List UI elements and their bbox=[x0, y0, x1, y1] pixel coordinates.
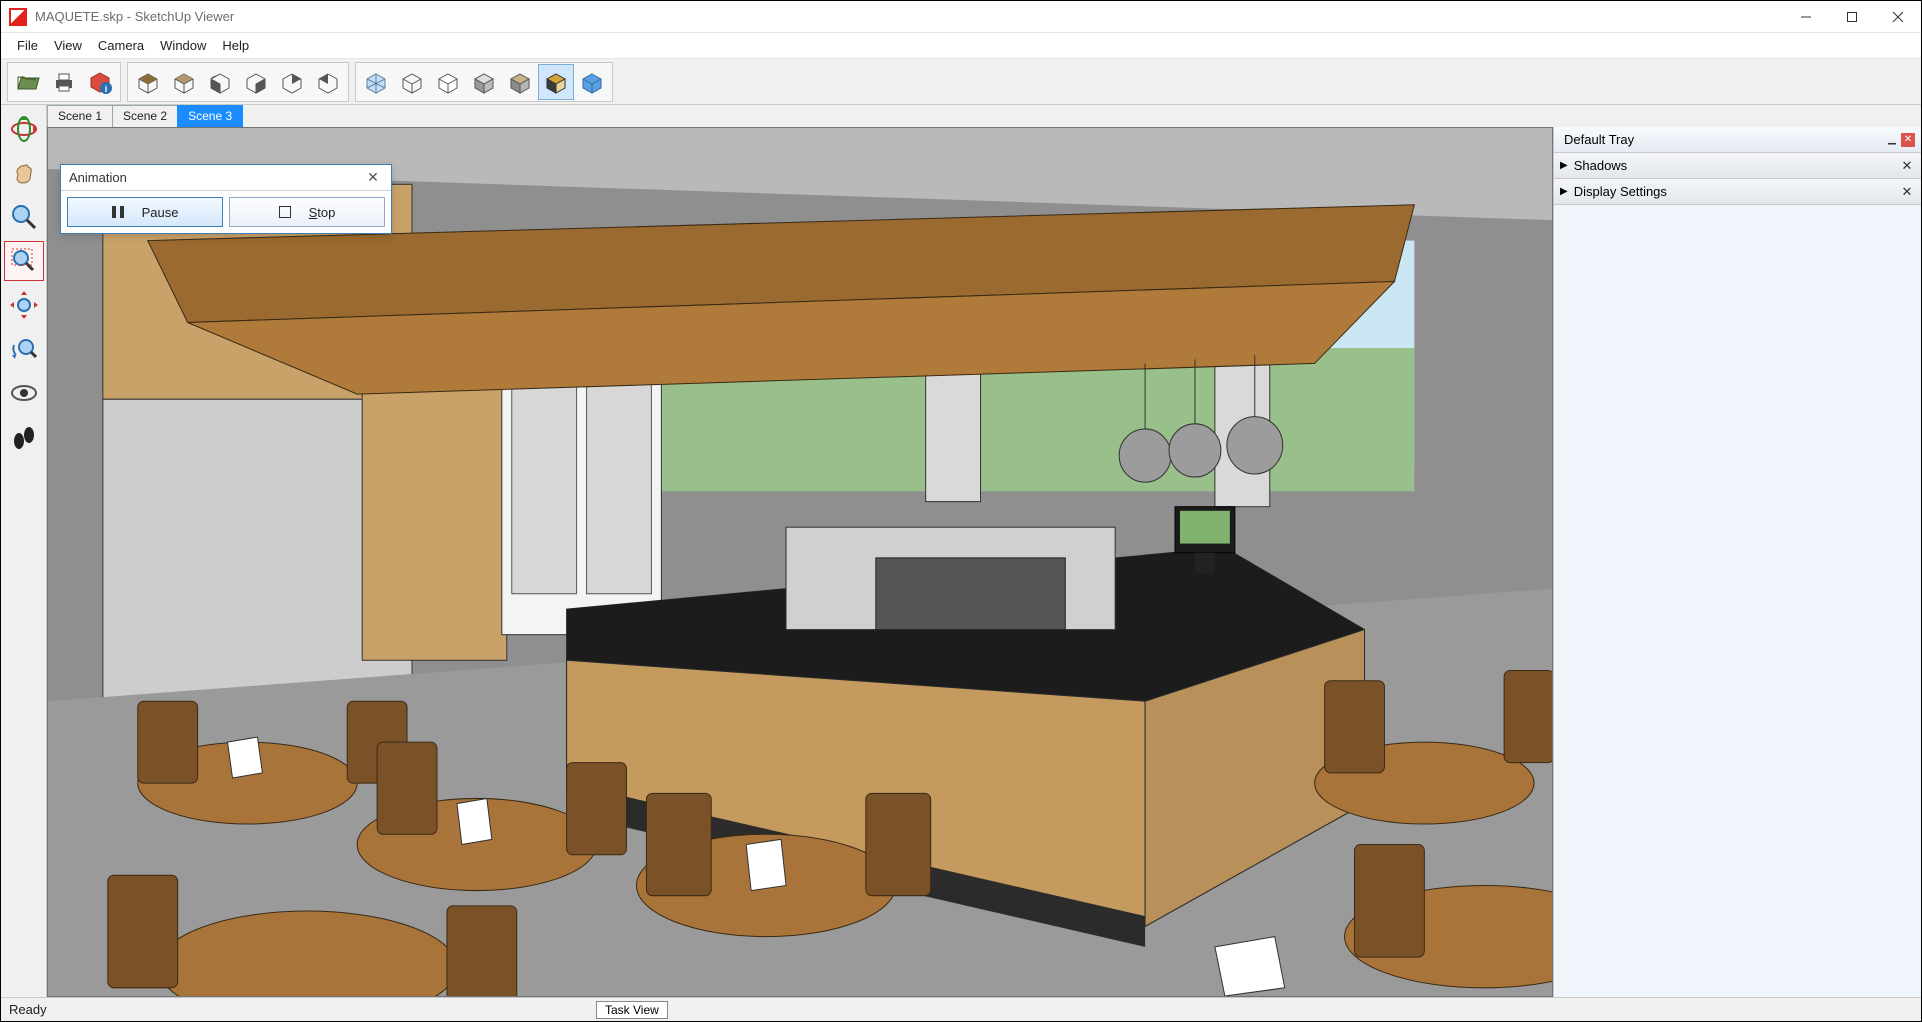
print-button[interactable] bbox=[46, 64, 82, 100]
hidden-line-button[interactable] bbox=[430, 64, 466, 100]
xray-button[interactable] bbox=[358, 64, 394, 100]
pan-tool[interactable] bbox=[4, 153, 44, 193]
minimize-button[interactable] bbox=[1783, 1, 1829, 33]
menu-help[interactable]: Help bbox=[214, 35, 257, 56]
orbit-tool[interactable] bbox=[4, 109, 44, 149]
tray-panel-shadows-close[interactable]: ✕ bbox=[1899, 158, 1915, 174]
look-around-tool[interactable] bbox=[4, 373, 44, 413]
svg-text:i: i bbox=[105, 84, 108, 94]
toolbar-group-views bbox=[127, 62, 349, 102]
scene-tab-1[interactable]: Scene 1 bbox=[47, 105, 113, 127]
stop-label: Stop bbox=[309, 205, 336, 220]
expand-icon: ▶ bbox=[1560, 186, 1568, 197]
zoom-tool[interactable] bbox=[4, 197, 44, 237]
walk-tool[interactable] bbox=[4, 417, 44, 457]
scene-tab-2[interactable]: Scene 2 bbox=[112, 105, 178, 127]
tray-panel-shadows-label: Shadows bbox=[1574, 158, 1627, 173]
pause-label: Pause bbox=[142, 205, 179, 220]
tray-header[interactable]: Default Tray ▁ ✕ bbox=[1554, 127, 1921, 153]
back-edges-button[interactable] bbox=[574, 64, 610, 100]
menu-camera[interactable]: Camera bbox=[90, 35, 152, 56]
iso-view-button[interactable] bbox=[130, 64, 166, 100]
close-button[interactable] bbox=[1875, 1, 1921, 33]
animation-panel-body: Pause Stop bbox=[61, 191, 391, 233]
previous-view-tool[interactable] bbox=[4, 329, 44, 369]
menu-bar: File View Camera Window Help bbox=[1, 33, 1921, 59]
zoom-window-tool[interactable] bbox=[4, 241, 44, 281]
stop-icon bbox=[279, 206, 291, 218]
scene-tabs: Scene 1 Scene 2 Scene 3 bbox=[47, 105, 242, 127]
animation-stop-button[interactable]: Stop bbox=[229, 197, 385, 227]
toolbar-group-styles bbox=[355, 62, 613, 102]
app-icon bbox=[9, 8, 27, 26]
toolbar-group-file: i bbox=[7, 62, 121, 102]
open-button[interactable] bbox=[10, 64, 46, 100]
zoom-extents-tool[interactable] bbox=[4, 285, 44, 325]
animation-panel-title-bar[interactable]: Animation ✕ bbox=[61, 165, 391, 191]
status-bar: Ready bbox=[1, 997, 1921, 1021]
menu-view[interactable]: View bbox=[46, 35, 90, 56]
default-tray: Default Tray ▁ ✕ ▶ Shadows ✕ ▶ Display S… bbox=[1553, 127, 1921, 997]
right-view-button[interactable] bbox=[238, 64, 274, 100]
tray-title: Default Tray bbox=[1564, 132, 1634, 147]
shaded-textures-button[interactable] bbox=[538, 64, 574, 100]
main-toolbar: i bbox=[1, 59, 1921, 105]
front-view-button[interactable] bbox=[202, 64, 238, 100]
title-appname: SketchUp Viewer bbox=[135, 9, 234, 24]
animation-panel-title: Animation bbox=[69, 170, 127, 185]
left-toolbox bbox=[1, 105, 47, 997]
back-view-button[interactable] bbox=[274, 64, 310, 100]
maximize-button[interactable] bbox=[1829, 1, 1875, 33]
top-view-button[interactable] bbox=[166, 64, 202, 100]
viewport-3d[interactable] bbox=[47, 127, 1553, 997]
title-filename: MAQUETE.skp bbox=[35, 9, 123, 24]
window-title: MAQUETE.skp - SketchUp Viewer bbox=[35, 9, 234, 24]
scene-tab-3[interactable]: Scene 3 bbox=[177, 105, 243, 127]
expand-icon: ▶ bbox=[1560, 160, 1568, 171]
window-controls bbox=[1783, 1, 1921, 33]
title-bar: MAQUETE.skp - SketchUp Viewer bbox=[1, 1, 1921, 33]
menu-window[interactable]: Window bbox=[152, 35, 214, 56]
left-view-button[interactable] bbox=[310, 64, 346, 100]
tray-autohide-button[interactable]: ▁ bbox=[1885, 133, 1899, 147]
tray-panel-display-close[interactable]: ✕ bbox=[1899, 184, 1915, 200]
pause-icon bbox=[112, 206, 124, 218]
menu-file[interactable]: File bbox=[9, 35, 46, 56]
monochrome-button[interactable] bbox=[502, 64, 538, 100]
animation-panel-close-button[interactable]: ✕ bbox=[363, 169, 383, 186]
model-info-button[interactable]: i bbox=[82, 64, 118, 100]
animation-panel[interactable]: Animation ✕ Pause Stop bbox=[60, 164, 392, 234]
task-view-button[interactable]: Task View bbox=[596, 1001, 668, 1019]
wireframe-button[interactable] bbox=[394, 64, 430, 100]
tray-close-button[interactable]: ✕ bbox=[1901, 133, 1915, 147]
tray-panel-shadows[interactable]: ▶ Shadows ✕ bbox=[1554, 153, 1921, 179]
tray-panel-display-settings[interactable]: ▶ Display Settings ✕ bbox=[1554, 179, 1921, 205]
shaded-button[interactable] bbox=[466, 64, 502, 100]
animation-pause-button[interactable]: Pause bbox=[67, 197, 223, 227]
status-text: Ready bbox=[9, 1002, 47, 1017]
tray-panel-display-label: Display Settings bbox=[1574, 184, 1667, 199]
